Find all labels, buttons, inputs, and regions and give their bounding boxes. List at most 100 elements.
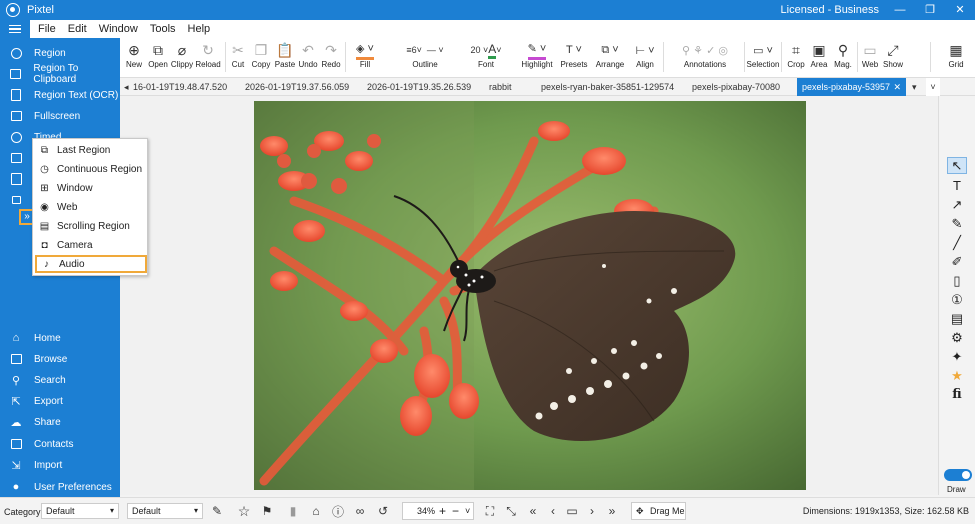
crop-button[interactable]: ⌗ Crop bbox=[786, 40, 806, 76]
image-canvas[interactable] bbox=[120, 96, 938, 495]
menu-tools[interactable]: Tools bbox=[144, 23, 182, 35]
next-icon[interactable]: › bbox=[584, 502, 600, 520]
last-icon[interactable]: » bbox=[604, 502, 620, 520]
frame-icon[interactable]: ▭ bbox=[564, 502, 580, 520]
align-button[interactable]: ⊢ ˅ Align bbox=[630, 40, 660, 76]
menu-item-scrolling-region[interactable]: ▤ Scrolling Region bbox=[35, 217, 147, 235]
annotations-group[interactable]: ⚲ ⚘ ✓ ◎ Annotations bbox=[668, 40, 742, 76]
highlight-button[interactable]: ✎ ˅ Highlight bbox=[517, 40, 557, 76]
line-tool-icon[interactable]: ╱ bbox=[947, 234, 967, 251]
menu-item-continuous-region[interactable]: ◷ Continuous Region bbox=[35, 160, 147, 178]
undo-button[interactable]: ↶ Undo bbox=[297, 40, 319, 76]
bookmark-icon[interactable]: ▮ bbox=[285, 502, 301, 520]
sidebar-item-fullscreen[interactable]: Fullscreen bbox=[0, 106, 120, 126]
fullscreen-icon[interactable]: ⤡ bbox=[503, 502, 519, 520]
note-tool-icon[interactable]: ▯ bbox=[947, 272, 967, 289]
category-select[interactable]: Default ▾ bbox=[41, 503, 119, 519]
zoom-out-icon[interactable]: − bbox=[452, 503, 459, 519]
tab-document[interactable]: 2026-01-19T19.37.56.059 bbox=[245, 78, 349, 96]
presets-button[interactable]: T ˅ Presets bbox=[560, 40, 588, 76]
font-control[interactable]: 20 ˅ A ˅ Font bbox=[453, 40, 519, 76]
pen-tool-icon[interactable]: ✎ bbox=[947, 215, 967, 232]
grid-button[interactable]: ▦ Grid bbox=[946, 40, 966, 76]
tab-document[interactable]: pexels-ryan-baker-35851-129574 bbox=[541, 78, 674, 96]
area-button[interactable]: ▣ Area bbox=[809, 40, 829, 76]
star-tool-icon[interactable]: ★ bbox=[947, 367, 967, 384]
fill-button[interactable]: ◈ ˅ Fill bbox=[350, 40, 380, 76]
pointer-tool-icon[interactable]: ↖ bbox=[947, 157, 967, 174]
text-tool-icon[interactable]: T bbox=[947, 177, 967, 194]
star-icon[interactable]: ☆ bbox=[236, 502, 252, 520]
close-button[interactable]: ✕ bbox=[945, 0, 975, 20]
tab-document[interactable]: pexels-pixabay-70080 bbox=[692, 78, 780, 96]
sidebar-item-share[interactable]: ☁ Share bbox=[0, 412, 120, 432]
tab-dropdown-icon[interactable]: ▾ bbox=[912, 78, 917, 96]
sidebar-item-contacts[interactable]: Contacts bbox=[0, 434, 120, 454]
menu-window[interactable]: Window bbox=[93, 23, 144, 35]
info-icon[interactable]: ⓘ bbox=[330, 502, 346, 520]
history-icon[interactable]: ↺ bbox=[375, 502, 391, 520]
sidebar-item-region-text-ocr[interactable]: Region Text (OCR) bbox=[0, 85, 120, 105]
menu-item-audio[interactable]: ♪ Audio bbox=[35, 255, 147, 273]
clippy-button[interactable]: ⌀ Clippy bbox=[170, 40, 194, 76]
sparkle-tool-icon[interactable]: ✦ bbox=[947, 348, 967, 365]
paste-button[interactable]: 📋 Paste bbox=[274, 40, 296, 76]
marker-tool-icon[interactable]: ✐ bbox=[947, 253, 967, 270]
chevron-down-icon[interactable]: ˅ bbox=[465, 503, 470, 519]
secondary-select[interactable]: Default ▾ bbox=[127, 503, 203, 519]
edit-tags-icon[interactable]: ✎ bbox=[209, 502, 225, 520]
menu-item-camera[interactable]: ◘ Camera bbox=[35, 236, 147, 254]
restore-button[interactable]: ❐ bbox=[915, 0, 945, 20]
reload-button[interactable]: ↻ Reload bbox=[195, 40, 221, 76]
tab-document[interactable]: 2026-01-19T19.35.26.539 bbox=[367, 78, 471, 96]
cut-button[interactable]: ✂ Cut bbox=[230, 40, 246, 76]
document-tool-icon[interactable]: ▤ bbox=[947, 310, 967, 327]
minimize-button[interactable]: — bbox=[885, 0, 915, 20]
show-button[interactable]: ⤢ Show bbox=[882, 40, 904, 76]
new-button[interactable]: ⊕ New bbox=[125, 40, 143, 76]
sidebar-item-region-to-clipboard[interactable]: Region To Clipboard bbox=[0, 63, 120, 85]
stamp-tool-icon[interactable]: ⚙ bbox=[947, 329, 967, 346]
draw-toggle[interactable] bbox=[944, 469, 972, 481]
sidebar-item-user-preferences[interactable]: ● User Preferences bbox=[0, 477, 120, 497]
menu-file[interactable]: File bbox=[32, 23, 62, 35]
selection-button[interactable]: ▭ ˅ Selection bbox=[747, 40, 780, 76]
tag-icon[interactable]: ⌂ bbox=[308, 502, 324, 520]
sidebar-item-home[interactable]: ⌂ Home bbox=[0, 328, 120, 348]
web-button[interactable]: ▭ Web bbox=[861, 40, 879, 76]
zoom-control[interactable]: 34% + − ˅ bbox=[402, 502, 474, 520]
tab-scroll-left-icon[interactable]: ◂ bbox=[124, 78, 129, 96]
step-number-tool-icon[interactable]: ① bbox=[947, 291, 967, 308]
open-button[interactable]: ⧉ Open bbox=[147, 40, 169, 76]
butterfly-photo[interactable] bbox=[254, 101, 806, 490]
tab-document[interactable]: 16-01-19T19.48.47.520 bbox=[133, 78, 227, 96]
copy-button[interactable]: ❐ Copy bbox=[251, 40, 271, 76]
link-icon[interactable]: ∞ bbox=[352, 502, 368, 520]
tab-document[interactable]: rabbit bbox=[489, 78, 512, 96]
sidebar-item-search[interactable]: ⚲ Search bbox=[0, 370, 120, 390]
menu-item-window[interactable]: ⊞ Window bbox=[35, 179, 147, 197]
sidebar-item-import[interactable]: ⇲ Import bbox=[0, 455, 120, 475]
sidebar-item-export[interactable]: ⇱ Export bbox=[0, 391, 120, 411]
menu-item-web[interactable]: ◉ Web bbox=[35, 198, 147, 216]
arrow-tool-icon[interactable]: ↗ bbox=[947, 196, 967, 213]
redo-button[interactable]: ↷ Redo bbox=[320, 40, 342, 76]
drag-me-button[interactable]: ✥ Drag Me bbox=[631, 502, 686, 520]
previous-icon[interactable]: ‹ bbox=[545, 502, 561, 520]
zoom-in-icon[interactable]: + bbox=[439, 503, 446, 519]
fit-icon[interactable]: ⛶ bbox=[482, 502, 498, 520]
menu-item-last-region[interactable]: ⧉ Last Region bbox=[35, 141, 147, 159]
sidebar-item-region[interactable]: Region bbox=[0, 43, 120, 63]
first-icon[interactable]: « bbox=[525, 502, 541, 520]
sidebar-item-browse[interactable]: Browse bbox=[0, 349, 120, 369]
menu-help[interactable]: Help bbox=[182, 23, 217, 35]
arrange-button[interactable]: ⧉ ˅ Arrange bbox=[594, 40, 626, 76]
font-tool-icon[interactable]: fi bbox=[947, 386, 967, 403]
hamburger-menu-icon[interactable] bbox=[0, 20, 30, 38]
magnifier-button[interactable]: ⚲ Mag. bbox=[832, 40, 854, 76]
flag-icon[interactable]: ⚑ bbox=[259, 502, 275, 520]
close-tab-icon[interactable]: ✕ bbox=[893, 78, 901, 96]
tab-list-chevron-icon[interactable]: ˅ bbox=[926, 78, 940, 96]
tab-document-active[interactable]: pexels-pixabay-53957 ✕ bbox=[797, 78, 906, 96]
menu-edit[interactable]: Edit bbox=[62, 23, 93, 35]
